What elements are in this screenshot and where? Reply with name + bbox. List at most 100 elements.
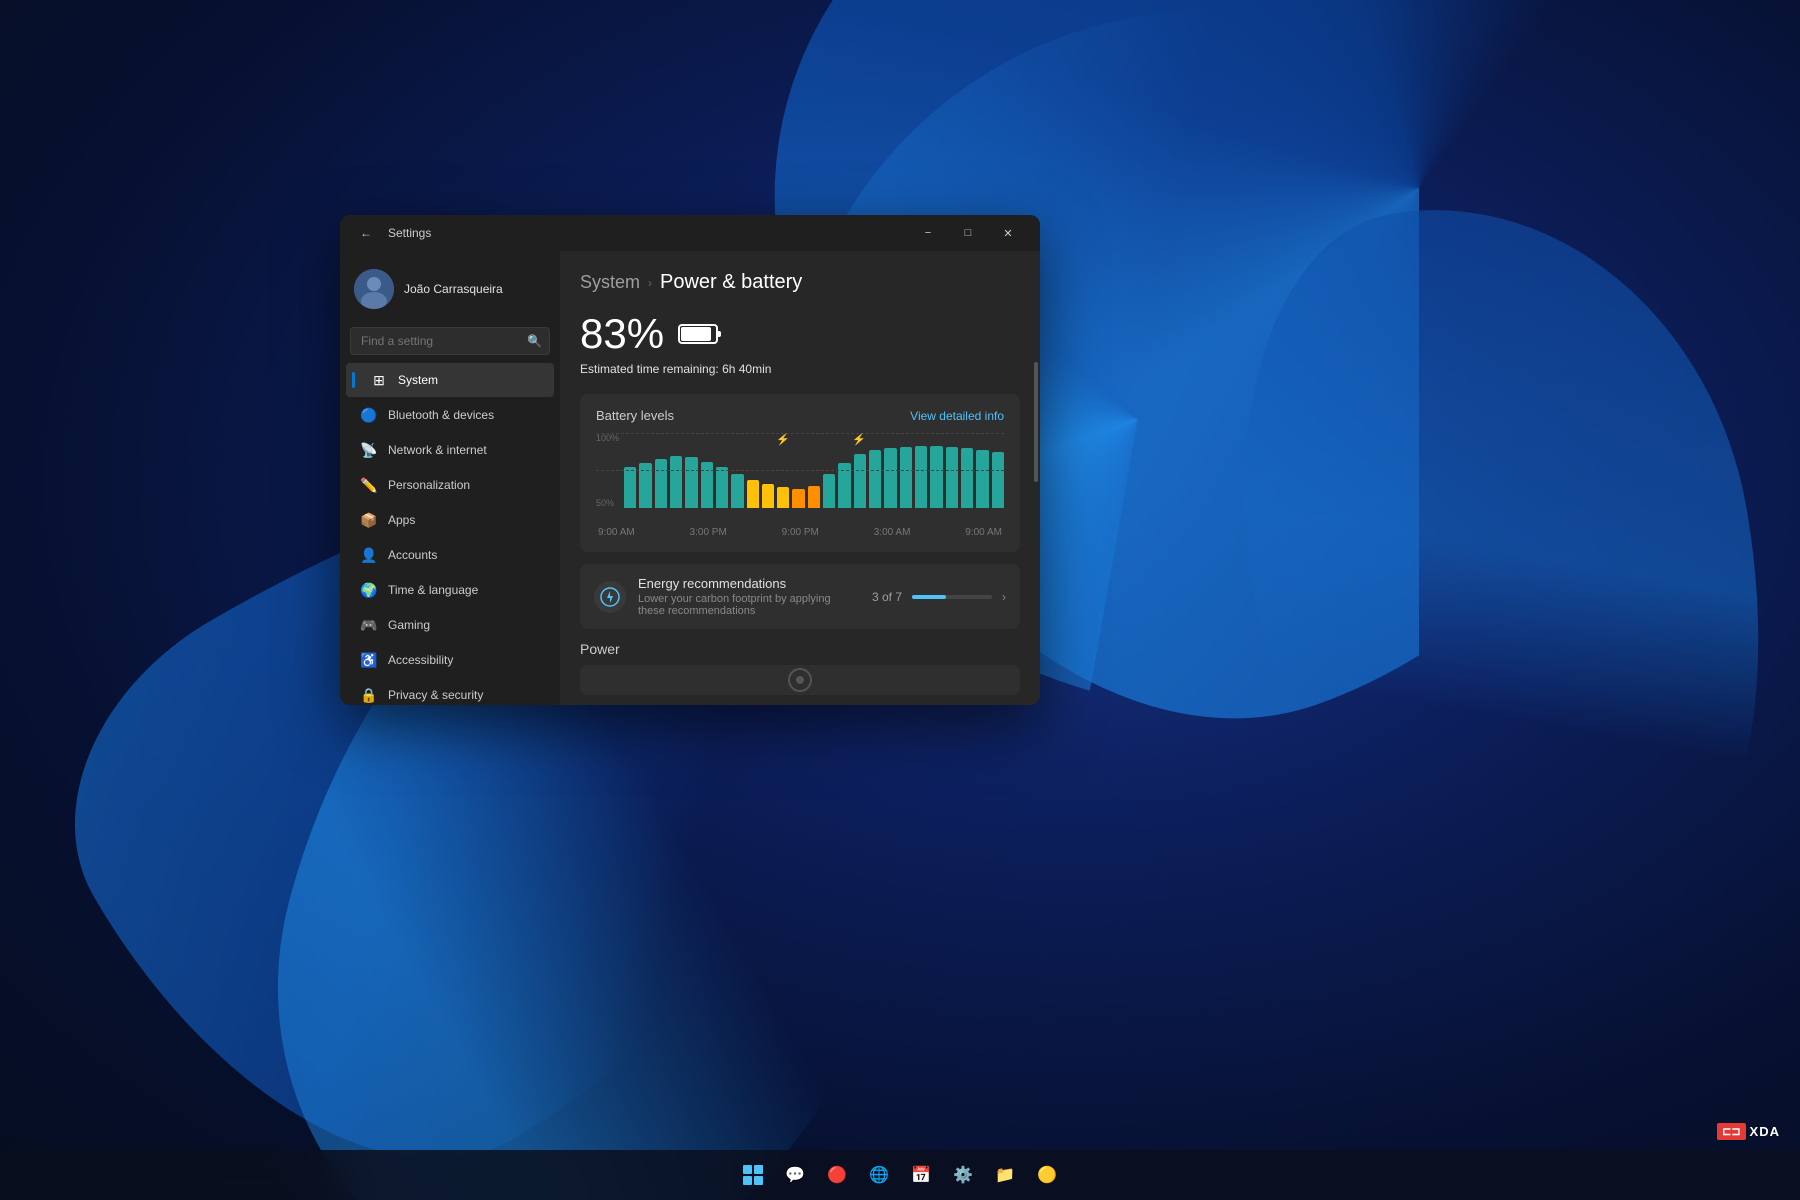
battery-icon (678, 322, 722, 346)
estimated-time: Estimated time remaining: 6h 40min (580, 362, 1020, 376)
battery-percentage: 83% (580, 310, 664, 358)
minimize-button[interactable]: − (908, 219, 948, 247)
back-button[interactable]: ← (352, 219, 380, 247)
sidebar-item-gaming[interactable]: 🎮 Gaming (346, 608, 554, 642)
breadcrumb-current: Power & battery (660, 271, 802, 294)
sidebar-item-bluetooth[interactable]: 🔵 Bluetooth & devices (346, 398, 554, 432)
xda-logo: ⊏⊐ (1717, 1123, 1745, 1140)
energy-text: Energy recommendations Lower your carbon… (638, 576, 860, 617)
browser-icon: 🔴 (827, 1165, 847, 1185)
energy-recommendations[interactable]: Energy recommendations Lower your carbon… (580, 564, 1020, 629)
sidebar-item-accessibility[interactable]: ♿ Accessibility (346, 643, 554, 677)
window-body: João Carrasqueira 🔍 ⊞System 🔵 Bluetooth & … (340, 251, 1040, 705)
chart-bar-15 (854, 454, 866, 508)
battery-display: 83% (580, 310, 1020, 358)
chart-bar-16 (869, 450, 881, 509)
sidebar-item-time[interactable]: 🌍Time & language (346, 573, 554, 607)
user-profile[interactable]: João Carrasqueira (340, 259, 560, 323)
chart-bar-20 (930, 446, 942, 508)
search-box[interactable]: 🔍 (350, 327, 550, 355)
apps-nav-icon: 📦 (360, 511, 378, 529)
breadcrumb-separator: › (648, 276, 652, 290)
energy-progress-bar (912, 595, 992, 599)
estimated-label: Estimated time remaining: (580, 362, 719, 376)
energy-description: Lower your carbon footprint by applying … (638, 593, 860, 617)
gaming-nav-icon: 🎮 (360, 616, 378, 634)
chart-bar-4 (685, 457, 697, 508)
chart-time-label-2: 9:00 PM (782, 527, 819, 538)
chart-time-label-0: 9:00 AM (598, 527, 635, 538)
estimated-value: 6h 40min (722, 362, 771, 376)
chart-bar-21 (946, 447, 958, 509)
sidebar-item-system[interactable]: ⊞System (346, 363, 554, 397)
sidebar-item-label-bluetooth: Bluetooth & devices (388, 408, 494, 422)
sidebar-item-label-apps: Apps (388, 513, 415, 527)
sidebar-item-privacy[interactable]: 🔒 Privacy & security (346, 678, 554, 705)
main-panel: System › Power & battery 83% Estimated t… (560, 251, 1040, 705)
network-nav-icon: 📡 (360, 441, 378, 459)
win-logo-bl (743, 1176, 752, 1185)
chart-bar-17 (884, 448, 896, 508)
energy-right: 3 of 7 › (872, 590, 1006, 604)
window-controls: − □ ✕ (908, 219, 1028, 247)
chart-bar-13 (823, 474, 835, 508)
power-section-content (580, 665, 1020, 695)
taskbar: 💬 🔴 🌐 📅 ⚙️ 📁 🟡 (0, 1150, 1800, 1200)
edge-icon: 🌐 (869, 1165, 889, 1185)
view-detailed-button[interactable]: View detailed info (910, 409, 1004, 423)
bluetooth-nav-icon: 🔵 (360, 406, 378, 424)
chart-title: Battery levels (596, 408, 674, 423)
breadcrumb: System › Power & battery (580, 271, 1020, 294)
sidebar-item-accounts[interactable]: 👤Accounts (346, 538, 554, 572)
sidebar-item-label-gaming: Gaming (388, 618, 430, 632)
chart-time-label-4: 9:00 AM (965, 527, 1002, 538)
chart-bar-5 (701, 462, 713, 509)
chart-bar-3 (670, 456, 682, 509)
sidebar-item-label-accessibility: Accessibility (388, 653, 453, 667)
taskbar-chat-icon[interactable]: 💬 (777, 1157, 813, 1193)
win-logo-tr (754, 1165, 763, 1174)
breadcrumb-parent[interactable]: System (580, 272, 640, 293)
taskbar-edge-icon[interactable]: 🌐 (861, 1157, 897, 1193)
close-button[interactable]: ✕ (988, 219, 1028, 247)
chart-area: 100% 50% ⚡ ⚡ (596, 433, 1004, 523)
win-logo-tl (743, 1165, 752, 1174)
chart-labels: 9:00 AM3:00 PM9:00 PM3:00 AM9:00 AM (596, 527, 1004, 538)
accessibility-nav-icon: ♿ (360, 651, 378, 669)
sidebar-item-network[interactable]: 📡Network & internet (346, 433, 554, 467)
settings-icon: ⚙️ (953, 1165, 973, 1185)
title-bar: ← Settings − □ ✕ (340, 215, 1040, 251)
search-icon: 🔍 (527, 334, 542, 348)
windows-logo (743, 1165, 763, 1185)
taskbar-store-icon[interactable]: 🟡 (1029, 1157, 1065, 1193)
time-nav-icon: 🌍 (360, 581, 378, 599)
win-logo-br (754, 1176, 763, 1185)
chart-bar-22 (961, 448, 973, 508)
chevron-right-icon: › (1002, 590, 1006, 604)
sidebar-item-label-privacy: Privacy & security (388, 688, 483, 702)
privacy-nav-icon: 🔒 (360, 686, 378, 704)
chart-bar-0 (624, 467, 636, 508)
active-indicator (352, 372, 355, 388)
taskbar-calendar-icon[interactable]: 📅 (903, 1157, 939, 1193)
chart-bar-6 (716, 467, 728, 508)
taskbar-settings-icon[interactable]: ⚙️ (945, 1157, 981, 1193)
chart-bar-23 (976, 450, 988, 509)
taskbar-browser-icon[interactable]: 🔴 (819, 1157, 855, 1193)
energy-progress-fill (912, 595, 946, 599)
taskbar-files-icon[interactable]: 📁 (987, 1157, 1023, 1193)
power-section-title: Power (580, 641, 1020, 657)
sidebar-item-personalization[interactable]: ✏️Personalization (346, 468, 554, 502)
sidebar-item-label-system: System (398, 373, 438, 387)
sidebar-item-apps[interactable]: 📦 Apps (346, 503, 554, 537)
battery-chart-section: Battery levels View detailed info 100% 5… (580, 394, 1020, 552)
power-inner-icon (796, 676, 804, 684)
personalization-nav-icon: ✏️ (360, 476, 378, 494)
search-input[interactable] (350, 327, 550, 355)
taskbar-windows-button[interactable] (735, 1157, 771, 1193)
chart-bar-18 (900, 447, 912, 509)
maximize-button[interactable]: □ (948, 219, 988, 247)
nav-list: ⊞System 🔵 Bluetooth & devices 📡Network & in… (340, 363, 560, 705)
settings-window: ← Settings − □ ✕ João Carrasqueira (340, 215, 1040, 705)
chart-line-100 (596, 433, 1004, 434)
